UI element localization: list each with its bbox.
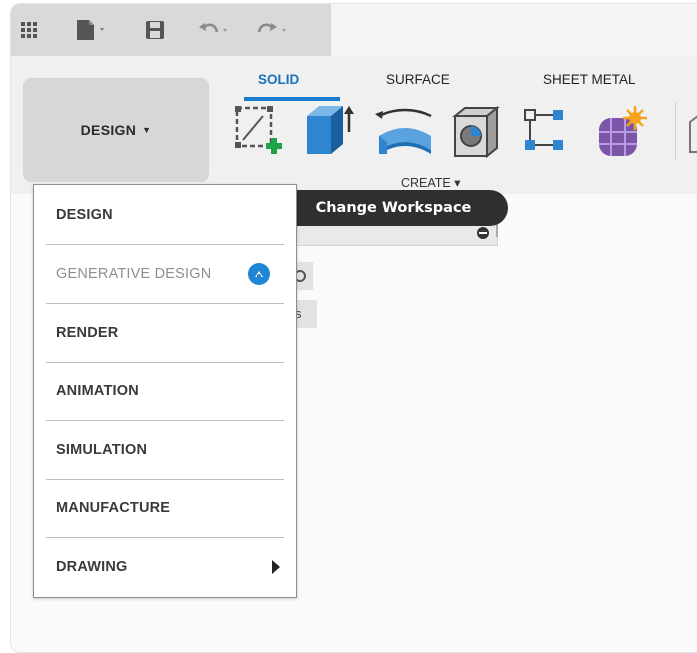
tab-solid[interactable]: SOLID [258,72,299,87]
menu-item-animation[interactable]: ANIMATION [46,362,284,421]
app-window: DESIGN ▼ SOLID SURFACE SHEET METAL CREAT… [10,3,697,653]
extension-icon [248,263,270,285]
ribbon-overflow-tools [675,102,697,160]
menu-item-label: ANIMATION [56,383,139,399]
chevron-down-icon: ▼ [142,125,152,135]
redo-icon[interactable] [255,20,291,40]
hole-icon[interactable] [447,104,503,160]
menu-item-render[interactable]: RENDER [46,304,284,363]
save-icon[interactable] [145,20,165,40]
submenu-arrow-icon [272,560,280,574]
minus-icon[interactable] [476,226,490,240]
menu-item-label: SIMULATION [56,442,148,458]
menu-item-simulation[interactable]: SIMULATION [46,421,284,480]
create-dropdown[interactable]: CREATE ▾ [401,175,461,190]
pattern-icon[interactable] [519,106,575,158]
menu-item-label: GENERATIVE DESIGN [56,266,212,282]
ribbon-top-area [329,4,697,64]
menu-item-generative-design[interactable]: GENERATIVE DESIGN [46,245,284,304]
active-tab-indicator [244,97,340,101]
create-sketch-icon[interactable] [233,104,289,160]
extrude-icon[interactable] [301,102,357,162]
create-form-icon[interactable] [591,104,651,164]
menu-item-label: DESIGN [56,207,113,223]
file-icon[interactable] [75,19,109,41]
tab-sheet-metal[interactable]: SHEET METAL [543,72,636,87]
modify-icon[interactable] [676,102,697,160]
change-workspace-tooltip: Change Workspace [279,190,508,226]
workspace-switcher-label: DESIGN [80,122,137,138]
undo-icon[interactable] [197,20,233,40]
tab-surface[interactable]: SURFACE [386,72,450,87]
workspace-menu: DESIGN GENERATIVE DESIGN RENDER ANIMATIO… [33,184,297,598]
menu-item-design[interactable]: DESIGN [46,186,284,245]
menu-item-label: MANUFACTURE [56,500,171,516]
menu-item-label: RENDER [56,325,119,341]
app-grid-icon[interactable] [20,21,38,39]
quick-access-toolbar [11,4,331,56]
menu-item-drawing[interactable]: DRAWING [46,538,284,596]
menu-item-label: DRAWING [56,559,128,575]
workspace-switcher-button[interactable]: DESIGN ▼ [23,78,209,182]
menu-item-manufacture[interactable]: MANUFACTURE [46,479,284,538]
revolve-icon[interactable] [373,108,437,164]
